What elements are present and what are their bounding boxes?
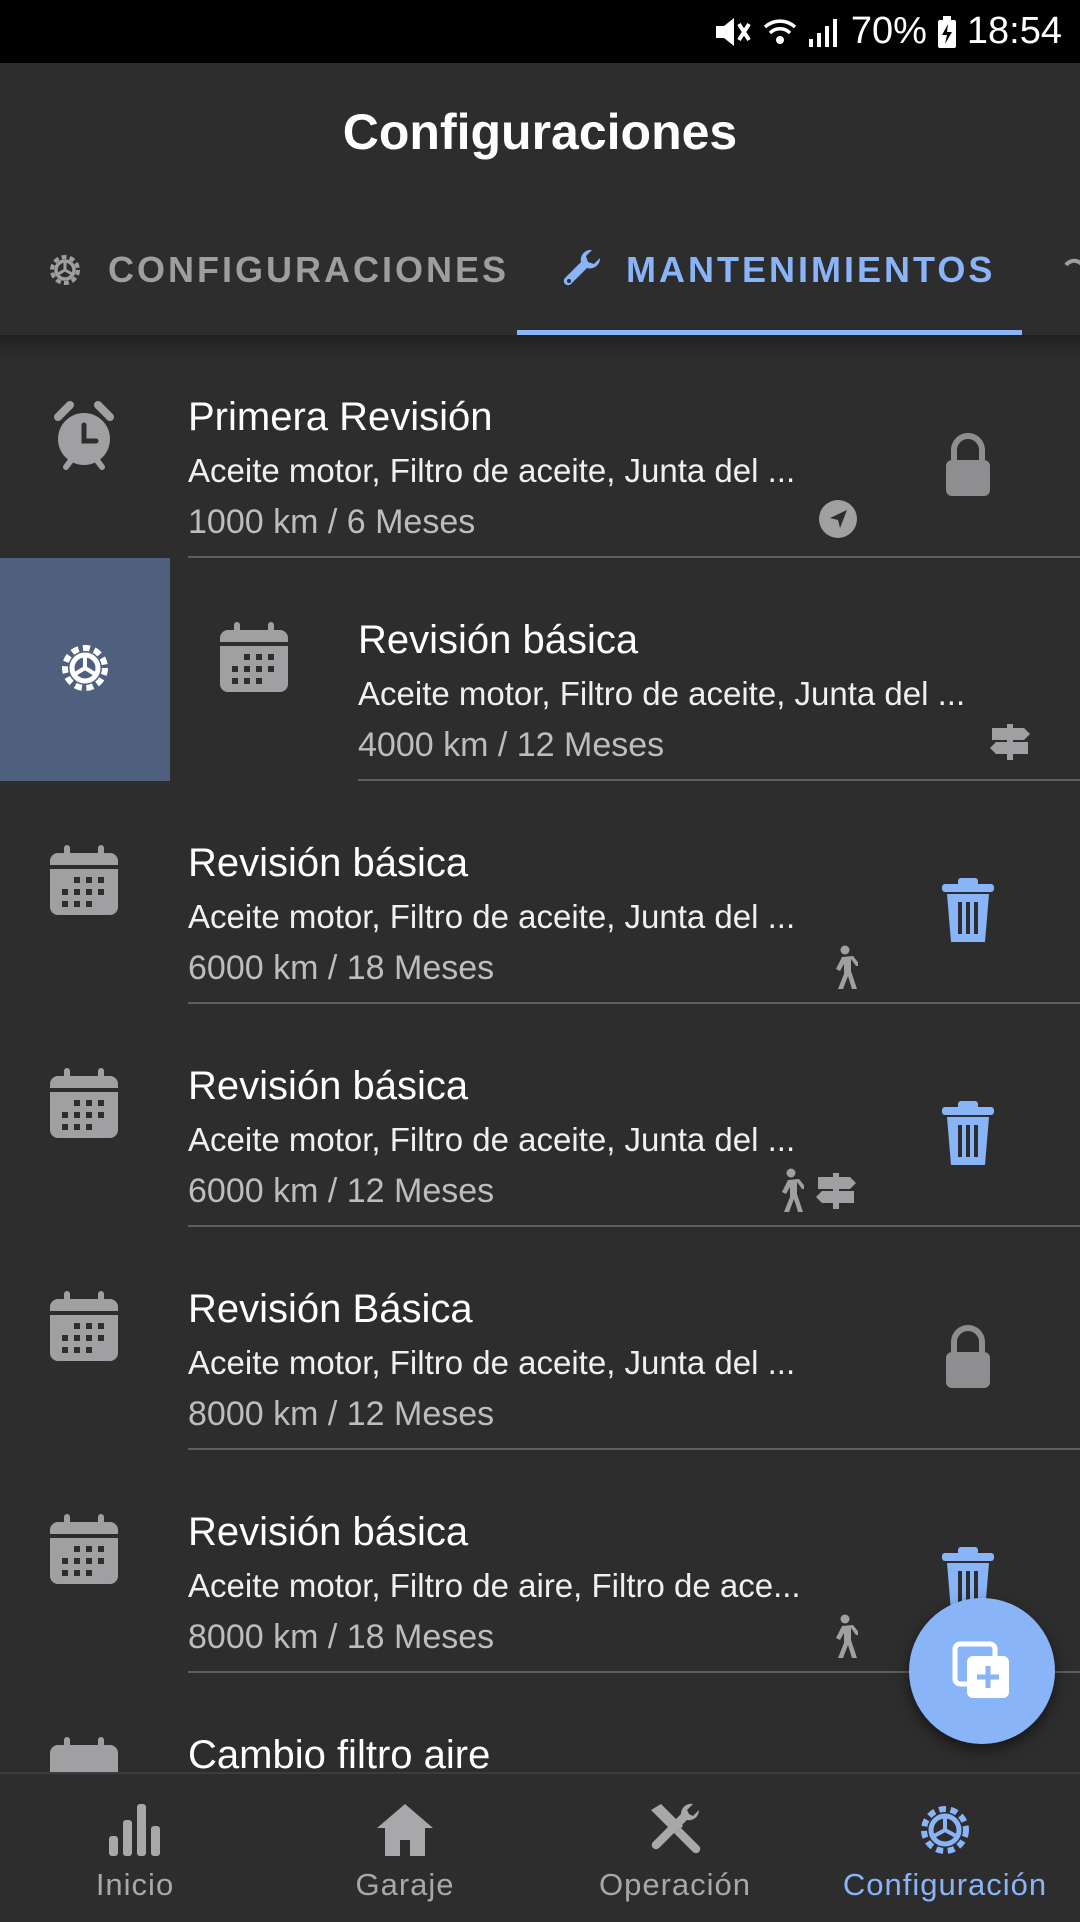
list-item[interactable]: Revisión Básica Aceite motor, Filtro de … — [0, 1227, 1080, 1450]
item-subtitle: Aceite motor, Filtro de aceite, Junta de… — [358, 675, 966, 712]
signpost-icon — [816, 1173, 856, 1209]
calendar-icon — [220, 622, 288, 692]
item-subtitle: Aceite motor, Filtro de aceite, Junta de… — [188, 452, 796, 489]
item-title: Revisión Básica — [188, 1287, 473, 1331]
item-badges — [818, 499, 858, 539]
lock-icon[interactable] — [938, 1322, 998, 1392]
clock: 18:54 — [966, 10, 1062, 52]
item-subtitle: Aceite motor, Filtro de aceite, Junta de… — [188, 898, 796, 935]
bar-chart-icon — [109, 1804, 160, 1856]
swiped-content[interactable]: Revisión básica Aceite motor, Filtro de … — [170, 558, 1080, 781]
list-item[interactable]: Revisión básica Aceite motor, Filtro de … — [0, 1004, 1080, 1227]
list-item[interactable]: Primera Revisión Aceite motor, Filtro de… — [0, 335, 1080, 558]
nav-label: Operación — [598, 1867, 752, 1902]
item-title: Revisión básica — [358, 618, 639, 662]
calendar-icon — [50, 845, 118, 915]
item-interval: 4000 km / 12 Meses — [358, 726, 665, 764]
mute-icon — [715, 17, 751, 46]
tab-mantenimientos[interactable]: MANTENIMIENTOS — [560, 205, 995, 335]
nav-configuracion[interactable]: Configuración — [810, 1774, 1080, 1922]
nav-label: Inicio — [95, 1867, 175, 1902]
bottom-navigation: Inicio Garaje Operación Configuración — [0, 1772, 1080, 1922]
item-subtitle: Aceite motor, Filtro de aire, Filtro de … — [188, 1567, 801, 1604]
calendar-icon — [50, 1737, 118, 1772]
signpost-icon — [990, 724, 1030, 760]
item-badges — [988, 722, 1032, 762]
trash-icon[interactable] — [938, 1099, 998, 1169]
gear-icon — [921, 1806, 969, 1854]
navigation-arrow-icon — [819, 500, 857, 538]
item-title: Cambio filtro aire — [188, 1733, 491, 1772]
add-maintenance-button[interactable] — [909, 1598, 1055, 1744]
status-bar: 70% 18:54 — [0, 0, 1080, 63]
nav-label: Configuración — [842, 1867, 1048, 1902]
walking-person-icon — [836, 1614, 858, 1658]
battery-percent: 70% — [850, 10, 927, 52]
maintenance-list[interactable]: Primera Revisión Aceite motor, Filtro de… — [0, 335, 1080, 1772]
item-title: Revisión básica — [188, 841, 469, 885]
calendar-icon — [50, 1514, 118, 1584]
item-title: Revisión básica — [188, 1510, 469, 1554]
item-badges — [774, 1168, 858, 1214]
item-subtitle: Aceite motor, Filtro de aceite, Junta de… — [188, 1121, 796, 1158]
item-badges — [828, 945, 858, 991]
battery-charging-icon — [937, 15, 956, 48]
item-interval: 6000 km / 12 Meses — [188, 1172, 495, 1210]
item-interval: 6000 km / 18 Meses — [188, 949, 495, 987]
signal-icon — [808, 18, 837, 47]
list-item[interactable]: Revisión básica Aceite motor, Filtro de … — [0, 781, 1080, 1004]
nav-operacion[interactable]: Operación — [540, 1774, 810, 1922]
tab-overflow-icon[interactable] — [1064, 255, 1080, 285]
gear-icon — [50, 255, 80, 285]
app-bar: Configuraciones — [0, 63, 1080, 205]
tools-icon — [651, 1803, 701, 1854]
add-copy-icon — [952, 1641, 1009, 1698]
item-subtitle: Aceite motor, Filtro de aceite, Junta de… — [188, 1344, 796, 1381]
walking-person-icon — [836, 945, 858, 989]
calendar-icon — [50, 1068, 118, 1138]
tab-label: CONFIGURACIONES — [108, 249, 510, 290]
tab-configuraciones[interactable]: CONFIGURACIONES — [44, 205, 509, 335]
item-title: Revisión básica — [188, 1064, 469, 1108]
list-item-swiped[interactable]: Revisión básica Aceite motor, Filtro de … — [0, 558, 1080, 781]
page-title: Configuraciones — [342, 104, 738, 160]
lock-icon[interactable] — [938, 430, 998, 500]
nav-label: Garaje — [355, 1867, 455, 1902]
gear-icon — [62, 645, 108, 691]
wrench-icon — [563, 249, 601, 286]
trash-icon[interactable] — [938, 876, 998, 946]
tab-bar: CONFIGURACIONES MANTENIMIENTOS — [0, 205, 1080, 335]
item-interval: 8000 km / 18 Meses — [188, 1618, 495, 1656]
calendar-icon — [50, 1291, 118, 1361]
item-badges — [828, 1614, 858, 1660]
home-icon — [377, 1804, 433, 1856]
swipe-action-settings[interactable] — [0, 558, 170, 781]
item-title: Primera Revisión — [188, 395, 493, 439]
item-interval: 8000 km / 12 Meses — [188, 1395, 495, 1433]
alarm-clock-icon — [54, 401, 114, 470]
tab-label: MANTENIMIENTOS — [626, 249, 996, 290]
walking-person-icon — [782, 1168, 804, 1212]
nav-garaje[interactable]: Garaje — [270, 1774, 540, 1922]
item-interval: 1000 km / 6 Meses — [188, 503, 476, 541]
wifi-icon — [763, 18, 797, 44]
nav-inicio[interactable]: Inicio — [0, 1774, 270, 1922]
